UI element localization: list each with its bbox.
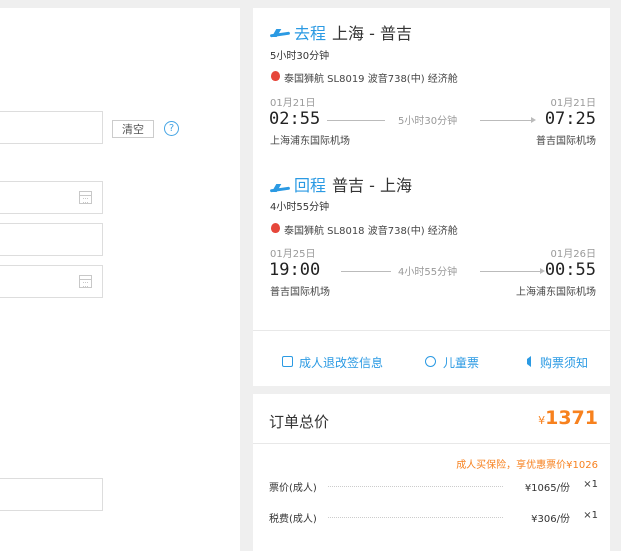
divider (253, 443, 610, 444)
calendar-icon (79, 191, 92, 204)
passenger-form-panel: 清空 ? (0, 8, 240, 551)
inbound-duration: 4小时55分钟 (270, 202, 330, 213)
airline-logo-icon (271, 71, 280, 81)
bottom-input[interactable] (0, 478, 103, 511)
dotted-leader (328, 517, 503, 518)
outbound-line-right (480, 120, 532, 121)
name-input[interactable] (0, 111, 103, 144)
fee-qty-tax: ×1 (583, 510, 598, 521)
outbound-title: 去程 上海 - 普吉 (294, 20, 412, 44)
outbound-direction: 去程 (294, 24, 327, 43)
thumbs-up-icon (282, 356, 293, 367)
inbound-arr-date: 01月26日 (550, 249, 596, 260)
inbound-dep-airport: 普吉国际机场 (270, 287, 330, 298)
inbound-line-left (341, 271, 391, 272)
inbound-line-right (480, 271, 541, 272)
airline-logo-icon (271, 223, 280, 233)
outbound-arr-date: 01月21日 (550, 98, 596, 109)
fee-label-tax: 税费(成人) (269, 514, 317, 525)
child-ticket-link[interactable]: 儿童票 (443, 354, 479, 371)
fee-qty-fare: ×1 (583, 479, 598, 490)
outbound-dep-airport: 上海浦东国际机场 (270, 136, 350, 147)
refund-link[interactable]: 成人退改签信息 (299, 354, 383, 371)
order-price-panel: 订单总价 ¥1371 成人买保险，享优惠票价¥1026 票价(成人) ¥1065… (253, 394, 610, 551)
outbound-dep-time: 02:55 (269, 109, 321, 129)
inbound-route: 普吉 - 上海 (332, 176, 412, 195)
flight-details-panel: 去程 上海 - 普吉 5小时30分钟 泰国狮航 SL8019 波音738(中) 经… (253, 8, 610, 386)
insurance-promo: 成人买保险，享优惠票价¥1026 (456, 460, 598, 471)
inbound-airline: 泰国狮航 SL8018 波音738(中) 经济舱 (284, 226, 458, 237)
outbound-arr-airport: 普吉国际机场 (536, 136, 596, 147)
total-price-label: 订单总价 (269, 413, 330, 431)
outbound-duration: 5小时30分钟 (270, 51, 330, 62)
plane-icon (270, 185, 292, 193)
dotted-leader (328, 486, 503, 487)
outbound-airline: 泰国狮航 SL8019 波音738(中) 经济舱 (284, 74, 458, 85)
inbound-arr-time: 00:55 (544, 260, 596, 280)
inbound-dep-time: 19:00 (269, 260, 321, 280)
purchase-notice-link[interactable]: 购票须知 (540, 354, 588, 371)
fee-label-fare: 票价(成人) (269, 483, 317, 494)
arrow-icon (531, 117, 536, 123)
divider (253, 330, 610, 331)
outbound-route: 上海 - 普吉 (332, 24, 412, 43)
inbound-mid-duration: 4小时55分钟 (398, 267, 458, 278)
date-input-1[interactable] (0, 181, 103, 214)
outbound-dep-date: 01月21日 (270, 98, 316, 109)
date-input-2[interactable] (0, 265, 103, 298)
speaker-icon (525, 356, 531, 367)
outbound-arr-time: 07:25 (544, 109, 596, 129)
outbound-mid-duration: 5小时30分钟 (398, 116, 458, 127)
total-price-value: 1371 (545, 407, 598, 429)
plane-icon (270, 30, 292, 38)
calendar-icon (79, 275, 92, 288)
total-price: ¥1371 (538, 407, 598, 429)
inbound-arr-airport: 上海浦东国际机场 (516, 287, 596, 298)
clear-button[interactable]: 清空 (112, 120, 154, 138)
inbound-title: 回程 普吉 - 上海 (294, 172, 412, 196)
fee-value-fare: ¥1065/份 (524, 483, 570, 494)
outbound-line-left (327, 120, 385, 121)
smiley-icon (425, 356, 436, 367)
fee-value-tax: ¥306/份 (531, 514, 570, 525)
text-input-2[interactable] (0, 223, 103, 256)
inbound-direction: 回程 (294, 176, 327, 195)
help-icon[interactable]: ? (164, 121, 179, 136)
inbound-dep-date: 01月25日 (270, 249, 316, 260)
